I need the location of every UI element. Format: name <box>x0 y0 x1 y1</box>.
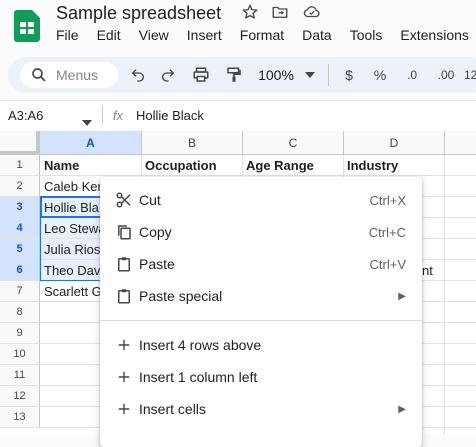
column-header-d[interactable]: D <box>344 131 445 155</box>
menu-file[interactable]: File <box>47 26 88 44</box>
row-header-12[interactable]: 12 <box>0 386 40 407</box>
menu-separator <box>100 320 422 321</box>
name-box[interactable]: A3:A6 <box>8 108 43 123</box>
column-header-c[interactable]: C <box>243 131 344 155</box>
toolbar-divider <box>328 64 329 86</box>
menu-item-label: Insert cells <box>139 401 206 417</box>
currency-format-button[interactable]: $ <box>340 64 358 86</box>
menu-view[interactable]: View <box>130 26 178 44</box>
menu-item-label: Insert 4 rows above <box>139 337 262 353</box>
row-header-6[interactable]: 6 <box>0 260 40 281</box>
print-icon[interactable] <box>190 64 212 86</box>
paint-format-icon[interactable] <box>223 64 245 86</box>
move-folder-icon[interactable] <box>270 2 290 22</box>
cell-b1[interactable]: Occupation <box>145 155 240 176</box>
menu-tools[interactable]: Tools <box>341 26 392 44</box>
fx-icon: fx <box>113 108 124 123</box>
column-header-e[interactable] <box>445 131 476 155</box>
menu-insert[interactable]: Insert <box>178 26 231 44</box>
zoom-select[interactable]: 100% <box>254 64 298 86</box>
row-header-8[interactable]: 8 <box>0 302 40 323</box>
percent-format-button[interactable]: % <box>370 64 390 86</box>
submenu-arrow-icon: ▶ <box>398 290 406 302</box>
more-formats-button[interactable]: 12 <box>464 64 476 86</box>
row-header-13[interactable]: 13 <box>0 407 40 428</box>
gridline <box>444 155 445 435</box>
select-all-corner[interactable] <box>0 131 40 155</box>
row-header-9[interactable]: 9 <box>0 323 40 344</box>
menu-bar: File Edit View Insert Format Data Tools … <box>47 26 476 44</box>
increase-decimal-button[interactable]: .00 <box>432 64 460 86</box>
row-header-2[interactable]: 2 <box>0 176 40 197</box>
menu-item-label: Cut <box>139 192 161 208</box>
copy-icon <box>112 222 136 242</box>
menu-item-label: Paste special <box>139 288 223 304</box>
redo-icon[interactable] <box>158 64 178 86</box>
cell-d6[interactable]: nt <box>422 260 444 281</box>
column-header-b[interactable]: B <box>142 131 243 155</box>
formula-divider <box>102 106 103 124</box>
plus-icon <box>112 367 136 387</box>
column-header-a[interactable]: A <box>40 131 142 155</box>
row-header-1[interactable]: 1 <box>0 155 40 176</box>
cell-c1[interactable]: Age Range <box>246 155 341 176</box>
name-box-dropdown-icon[interactable] <box>82 113 92 131</box>
undo-icon[interactable] <box>128 64 148 86</box>
row-header-5[interactable]: 5 <box>0 239 40 260</box>
menu-item-insert-cells[interactable]: Insert cells ▶ <box>100 393 422 425</box>
menu-item-insert-column-left[interactable]: Insert 1 column left <box>100 361 422 393</box>
menu-item-label: Copy <box>139 224 172 240</box>
formula-input[interactable]: Hollie Black <box>136 108 204 123</box>
menu-data[interactable]: Data <box>293 26 341 44</box>
shortcut-label: Ctrl+X <box>369 192 406 208</box>
plus-icon <box>112 399 136 419</box>
menu-item-copy[interactable]: Copy Ctrl+C <box>100 216 422 248</box>
clipboard-icon <box>112 254 136 274</box>
formula-bar <box>0 100 476 132</box>
row-header-3[interactable]: 3 <box>0 197 40 218</box>
menu-item-label: Paste <box>139 256 175 272</box>
scissors-icon <box>112 190 136 210</box>
search-icon <box>30 66 48 89</box>
search-placeholder: Menus <box>56 67 99 83</box>
menu-extensions[interactable]: Extensions <box>391 26 476 44</box>
menu-item-label: Insert 1 column left <box>139 369 258 385</box>
submenu-arrow-icon: ▶ <box>398 403 406 415</box>
menu-format[interactable]: Format <box>231 26 293 44</box>
shortcut-label: Ctrl+V <box>369 256 406 272</box>
row-header-4[interactable]: 4 <box>0 218 40 239</box>
menu-item-paste-special[interactable]: Paste special ▶ <box>100 280 422 312</box>
clipboard-icon <box>112 286 136 306</box>
document-title[interactable]: Sample spreadsheet <box>56 2 221 24</box>
row-header-10[interactable]: 10 <box>0 344 40 365</box>
menu-item-cut[interactable]: Cut Ctrl+X <box>100 184 422 216</box>
decrease-decimal-button[interactable]: .0 <box>400 64 424 86</box>
cell-a1[interactable]: Name <box>44 155 139 176</box>
cloud-status-icon[interactable] <box>302 2 322 22</box>
row-header-11[interactable]: 11 <box>0 365 40 386</box>
plus-icon <box>112 335 136 355</box>
cell-d1[interactable]: Industry <box>347 155 442 176</box>
star-icon[interactable] <box>240 2 260 22</box>
shortcut-label: Ctrl+C <box>368 224 406 240</box>
zoom-dropdown-icon[interactable] <box>302 64 318 86</box>
sheets-logo-icon[interactable] <box>14 10 40 42</box>
row-header-7[interactable]: 7 <box>0 281 40 302</box>
menu-item-insert-rows-above[interactable]: Insert 4 rows above <box>100 329 422 361</box>
menu-edit[interactable]: Edit <box>88 26 130 44</box>
menu-item-paste[interactable]: Paste Ctrl+V <box>100 248 422 280</box>
